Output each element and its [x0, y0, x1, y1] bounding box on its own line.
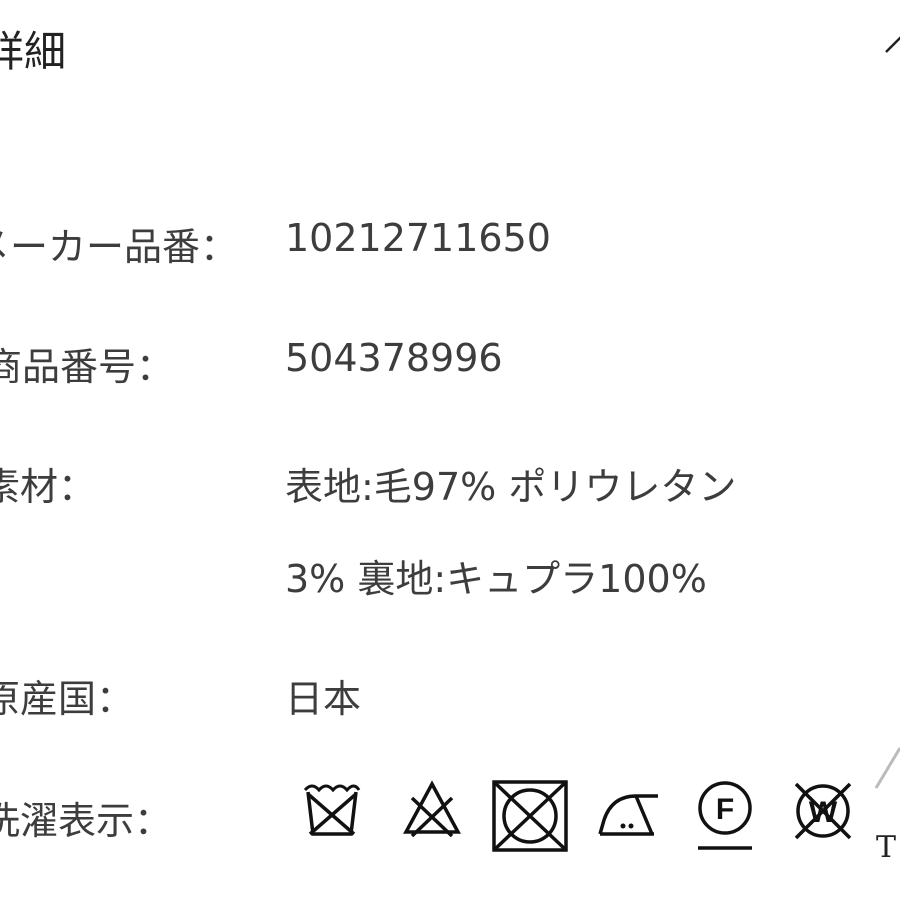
care-symbols: F W	[296, 778, 900, 858]
corner-line-icon	[874, 747, 900, 789]
svg-text:F: F	[716, 793, 734, 826]
origin-value: 日本	[285, 677, 362, 721]
no-bleach-icon	[403, 780, 461, 838]
item-number-label: 商品番号：	[0, 345, 175, 389]
no-tumble-dry-icon	[492, 780, 568, 852]
no-wet-clean-icon: W	[794, 782, 852, 840]
detail-title: 詳細	[0, 27, 67, 76]
material-label: 素材：	[0, 465, 97, 509]
care-label: 洗濯表示：	[0, 799, 173, 843]
chevron-up-icon[interactable]	[868, 22, 900, 62]
edge-text: T	[876, 830, 897, 865]
material-value-line2: 3% 裏地:キュプラ100%	[285, 557, 707, 601]
dry-clean-f-icon: F	[698, 781, 752, 850]
no-wash-icon	[303, 784, 361, 836]
maker-number-label: メーカー品番：	[0, 225, 239, 269]
material-value-line1: 表地:毛97% ポリウレタン	[285, 465, 737, 509]
maker-number-value: 10212711650	[285, 216, 551, 260]
item-number-value: 504378996	[285, 336, 503, 380]
origin-label: 原産国：	[0, 677, 135, 721]
iron-low-icon	[598, 794, 658, 836]
